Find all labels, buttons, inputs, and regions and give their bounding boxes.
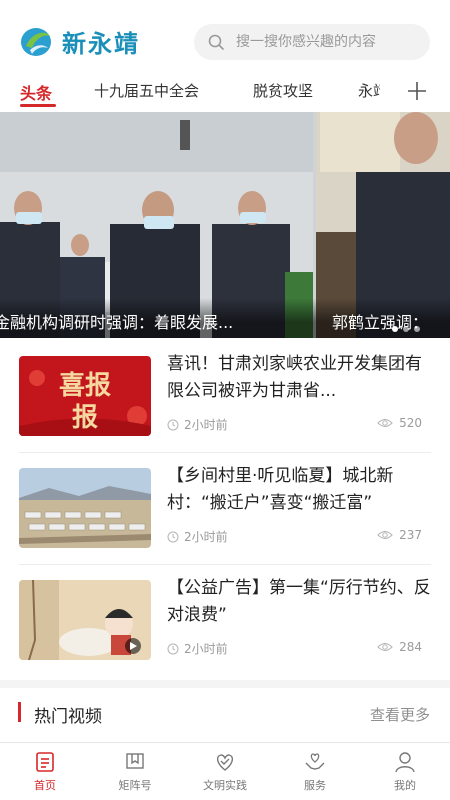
user-icon [395, 752, 415, 773]
news-time: 2小时前 [167, 640, 228, 657]
category-tabs: 头条 十九届五中全会 脱贫攻坚 永靖 [0, 78, 450, 112]
nav-label: 文明实践 [203, 779, 247, 792]
heart-icon [216, 754, 234, 771]
tab-yongjing-clip: 永靖 [358, 78, 382, 108]
carousel-dot [403, 326, 409, 332]
nav-home[interactable]: 首页 [10, 751, 80, 793]
news-views: 284 [377, 640, 422, 654]
search-bar[interactable] [194, 24, 430, 60]
svg-text:报: 报 [72, 402, 98, 433]
carousel-dot [392, 326, 398, 332]
section-title: 热门视频 [34, 707, 102, 727]
eye-icon [377, 531, 393, 539]
news-item[interactable]: 喜报 报 喜讯！甘肃刘家峡农业开发集团有限公司被评为甘肃省... 2小时前 52… [0, 340, 450, 452]
news-time-text: 2小时前 [184, 642, 228, 656]
eye-icon [377, 643, 393, 651]
news-time: 2小时前 [167, 528, 228, 545]
news-views: 520 [377, 416, 422, 430]
news-thumbnail [19, 580, 151, 660]
nav-label: 矩阵号 [118, 779, 152, 792]
home-icon [36, 752, 54, 772]
active-tab-indicator [20, 104, 56, 107]
news-time: 2小时前 [167, 416, 228, 433]
nav-matrix[interactable]: 矩阵号 [100, 751, 170, 793]
good-news-poster-image: 喜报 报 [19, 356, 151, 436]
tab-poverty-alleviation[interactable]: 脱贫攻坚 [253, 80, 313, 101]
nav-civilization[interactable]: 文明实践 [190, 751, 260, 793]
tab-fifth-plenum[interactable]: 十九届五中全会 [94, 80, 199, 101]
add-channel-icon[interactable] [407, 81, 427, 101]
clock-icon [167, 643, 179, 654]
section-gap [0, 680, 450, 688]
news-title[interactable]: 喜讯！甘肃刘家峡农业开发集团有限公司被评为甘肃省... [167, 351, 433, 405]
news-views-count: 284 [399, 640, 422, 654]
section-marker [18, 702, 21, 722]
news-title[interactable]: 【乡间村里·听见临夏】城北新村：“搬迁户”喜变“搬迁富” [167, 463, 433, 517]
app-header: 新永靖 [0, 0, 450, 78]
see-more-link[interactable]: 查看更多 [370, 704, 430, 725]
news-views-count: 237 [399, 528, 422, 542]
clock-icon [167, 531, 179, 542]
nav-label: 我的 [394, 779, 416, 792]
tab-yongjing[interactable]: 永靖 [358, 80, 382, 101]
news-thumbnail [19, 468, 151, 548]
banner-carousel[interactable]: 金融机构调研时强调：着眼发展... 郭鹤立强调： [0, 112, 450, 338]
tab-headlines[interactable]: 头条 [20, 80, 52, 104]
news-views-count: 520 [399, 416, 422, 430]
village-aerial-image [19, 468, 151, 548]
clock-icon [167, 419, 179, 430]
bookmark-icon [126, 753, 144, 769]
news-thumbnail: 喜报 报 [19, 356, 151, 436]
app-name: 新永靖 [62, 30, 140, 58]
news-item[interactable]: 【公益广告】第一集“厉行节约、反对浪费” 2小时前 284 [0, 564, 450, 676]
eye-icon [377, 419, 393, 427]
nav-mine[interactable]: 我的 [370, 751, 440, 793]
news-views: 237 [377, 528, 422, 542]
news-time-text: 2小时前 [184, 418, 228, 432]
news-time-text: 2小时前 [184, 530, 228, 544]
banner-caption: 金融机构调研时强调：着眼发展... [0, 313, 234, 332]
logo-mark-icon [21, 27, 51, 56]
news-item[interactable]: 【乡间村里·听见临夏】城北新村：“搬迁户”喜变“搬迁富” 2小时前 237 [0, 452, 450, 564]
cartoon-video-thumbnail-image [19, 580, 151, 660]
nav-service[interactable]: 服务 [280, 751, 350, 793]
hands-heart-icon [305, 753, 325, 770]
news-title[interactable]: 【公益广告】第一集“厉行节约、反对浪费” [167, 575, 433, 629]
nav-label: 服务 [304, 779, 326, 792]
app-logo[interactable]: 新永靖 [20, 24, 140, 59]
carousel-dots [392, 326, 420, 332]
search-input[interactable] [236, 34, 416, 50]
carousel-dot [414, 326, 420, 332]
search-icon [208, 34, 224, 50]
bottom-nav: 首页 矩阵号 文明实践 服务 我的 [0, 742, 450, 800]
news-thumb-text: 喜报 [59, 370, 111, 401]
nav-label: 首页 [34, 779, 56, 792]
